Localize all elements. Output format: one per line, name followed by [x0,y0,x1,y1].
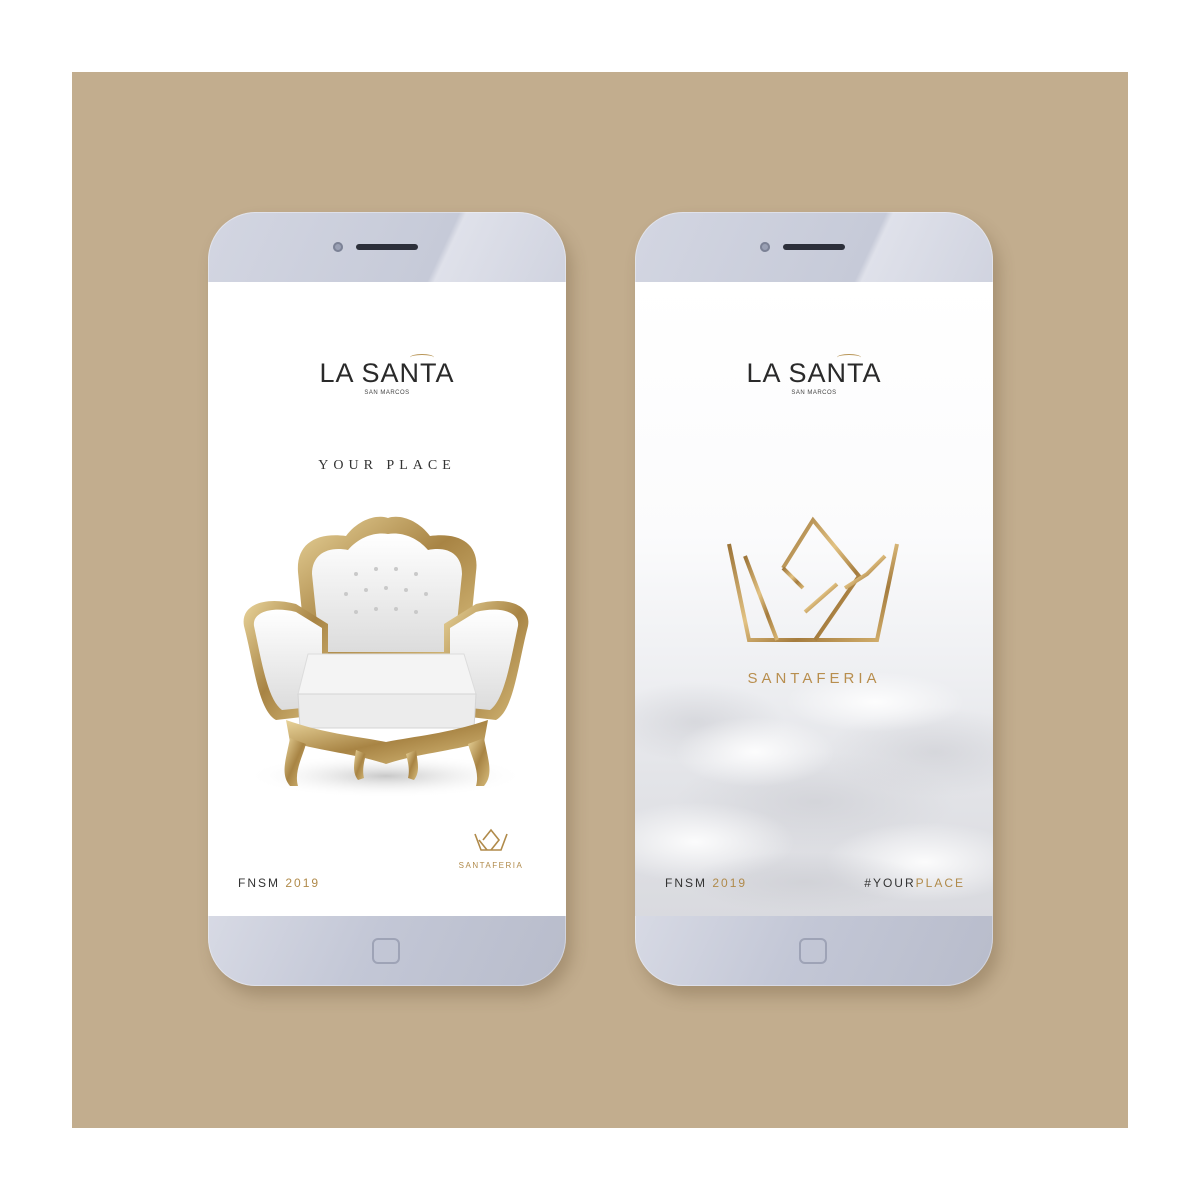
footer-label: FNSM [238,876,280,890]
hashtag-part-your: #YOUR [864,876,916,890]
phone-screen-left: LA SANTA SAN MARCOS YOUR PLACE SANTAFERI… [208,282,566,916]
brand-title: LA SANTA [319,358,455,388]
halo-icon [837,354,861,361]
tagline-your-place: YOUR PLACE [318,458,456,473]
phone-mockup-left: LA SANTA SAN MARCOS YOUR PLACE SANTAFERI… [208,212,566,986]
footer-year: 2019 [285,876,321,890]
front-camera-icon [333,242,343,252]
crown-icon [474,828,508,851]
santaferia-logo-text: SANTAFERIA [635,670,993,687]
brand-subtitle: SAN MARCOS [791,390,837,396]
logo-word-santa: SANTA [747,670,817,687]
hashtag-part-place: PLACE [915,876,965,890]
phone-mockup-right: LA SANTA SAN MARCOS SANTAFERIA FNSM 2019… [635,212,993,986]
mini-logo-word-feria: FERIA [492,861,524,870]
santaferia-mini-logo: SANTAFERIA [456,828,526,870]
home-button[interactable] [799,938,827,964]
footer-event-label: FNSM 2019 [238,876,320,890]
footer-label: FNSM [665,876,707,890]
mini-logo-word-santa: SANTA [458,861,493,870]
hashtag-your-place: #YOURPLACE [864,876,965,890]
footer-year: 2019 [712,876,748,890]
halo-icon [410,354,434,361]
earpiece-speaker [356,244,418,250]
crown-icon [727,516,899,642]
armchair-image [243,516,529,798]
footer-event-label: FNSM 2019 [665,876,747,890]
brand-subtitle: SAN MARCOS [364,390,410,396]
home-button[interactable] [372,938,400,964]
earpiece-speaker [783,244,845,250]
phone-screen-right: LA SANTA SAN MARCOS SANTAFERIA FNSM 2019… [635,282,993,916]
logo-word-feria: FERIA [816,670,881,687]
brand-title: LA SANTA [746,358,882,388]
front-camera-icon [760,242,770,252]
brand-logo-la-santa: LA SANTA SAN MARCOS [635,358,993,396]
brand-logo-la-santa: LA SANTA SAN MARCOS [208,358,566,396]
